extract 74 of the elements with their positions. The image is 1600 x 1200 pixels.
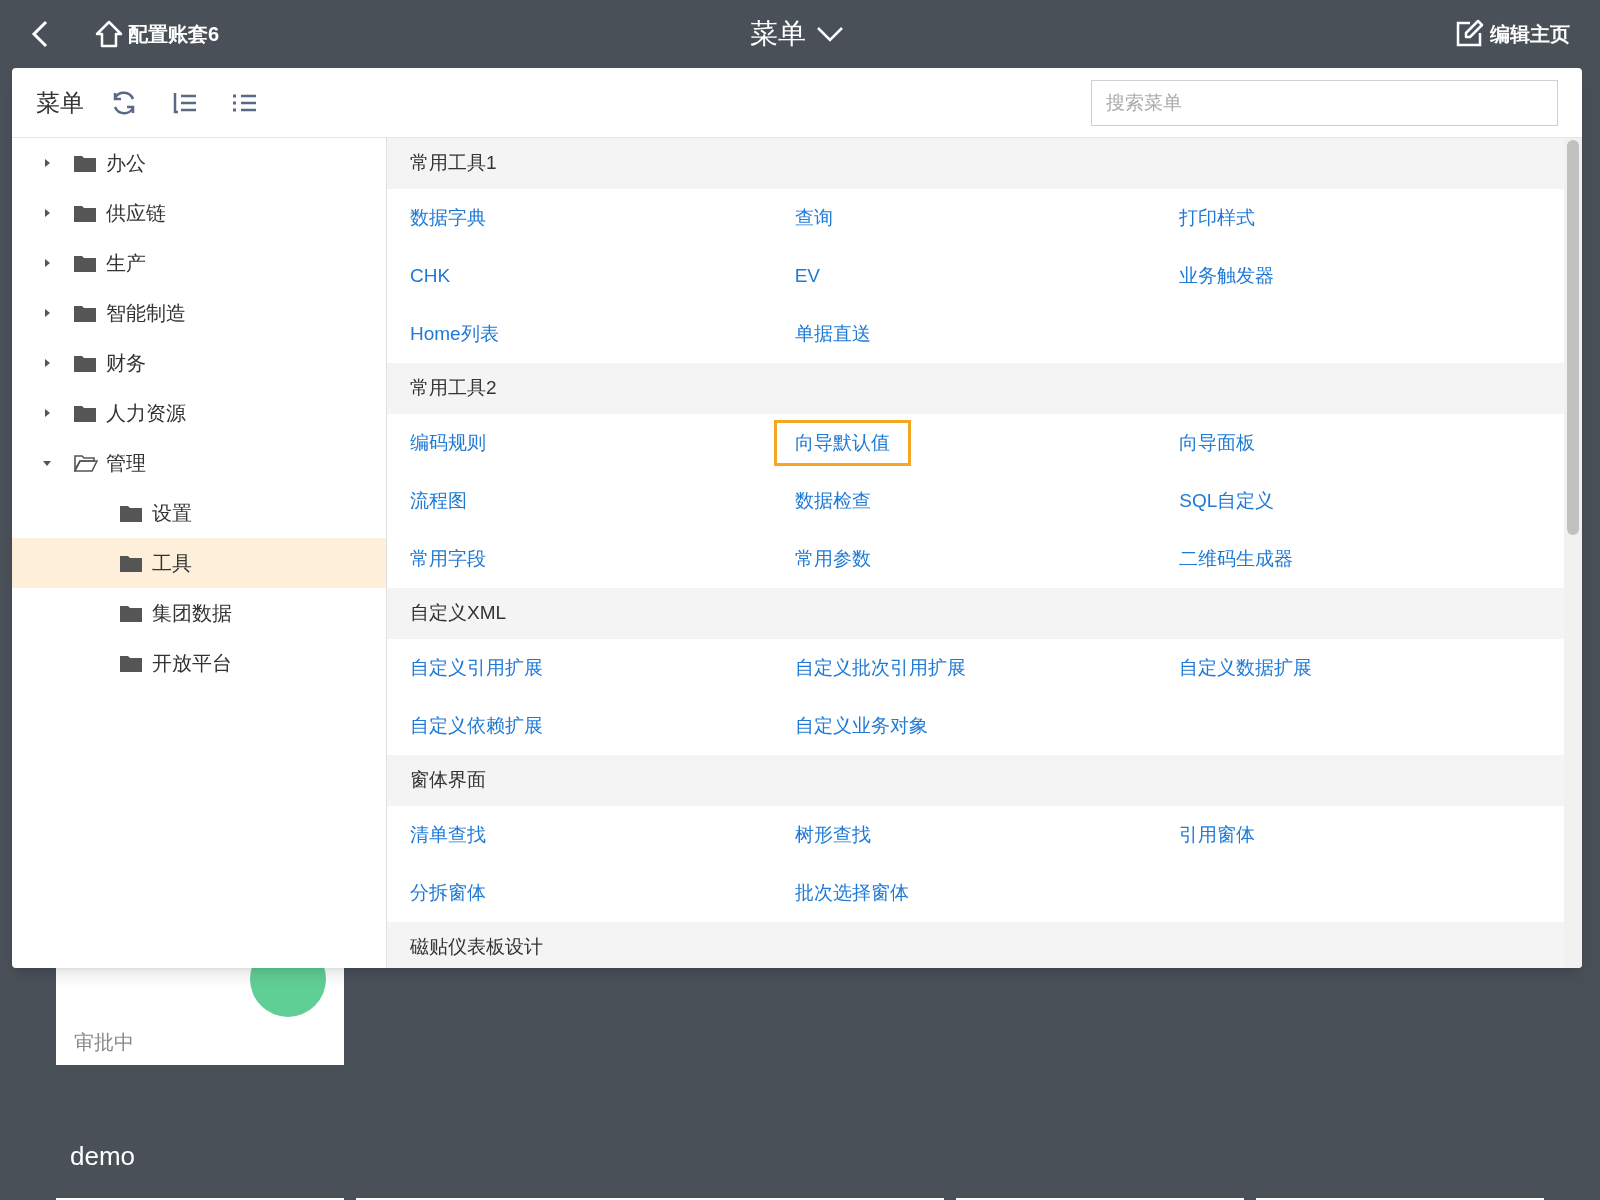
menu-link[interactable]: 批次选择窗体: [773, 869, 930, 917]
menu-link[interactable]: 树形查找: [773, 811, 892, 859]
caret-right-icon[interactable]: [42, 308, 52, 318]
menu-link[interactable]: 编码规则: [389, 419, 507, 467]
tree-item[interactable]: 财务: [12, 338, 386, 388]
menu-link[interactable]: Home列表: [389, 310, 520, 358]
section-header: 常用工具1: [387, 138, 1564, 189]
home-icon[interactable]: [94, 19, 124, 49]
menu-link[interactable]: 打印样式: [1158, 194, 1277, 242]
menu-link[interactable]: 自定义依赖扩展: [389, 702, 564, 750]
section-header: 窗体界面: [387, 755, 1564, 806]
folder-icon: [74, 304, 96, 322]
menu-link[interactable]: 查询: [773, 194, 854, 242]
menu-link[interactable]: 数据字典: [389, 194, 507, 242]
folder-icon: [74, 404, 96, 422]
menu-link[interactable]: 单据直送: [773, 310, 892, 358]
menu-link[interactable]: 自定义数据扩展: [1158, 644, 1334, 692]
menu-link[interactable]: 向导默认值: [773, 419, 911, 467]
caret-right-icon[interactable]: [42, 408, 52, 418]
menu-link[interactable]: 自定义业务对象: [773, 702, 949, 750]
tree-item[interactable]: 管理: [12, 438, 386, 488]
menu-link[interactable]: 二维码生成器: [1158, 535, 1315, 583]
menu-link[interactable]: 向导面板: [1158, 419, 1277, 467]
chevron-down-icon[interactable]: [816, 25, 844, 43]
tree-list-icon[interactable]: [172, 90, 198, 115]
menu-link[interactable]: 流程图: [389, 477, 488, 525]
tree-item[interactable]: 供应链: [12, 188, 386, 238]
menu-link[interactable]: 数据检查: [773, 477, 892, 525]
edit-home-link[interactable]: 编辑主页: [1490, 19, 1570, 49]
menu-link[interactable]: CHK: [389, 252, 472, 300]
tree-item[interactable]: 人力资源: [12, 388, 386, 438]
section-header: 磁贴仪表板设计: [387, 922, 1564, 968]
search-field[interactable]: 搜索菜单: [1091, 79, 1558, 126]
group-title: demo: [70, 1140, 136, 1173]
menu-link[interactable]: 引用窗体: [1158, 811, 1277, 859]
caret-right-icon[interactable]: [42, 208, 52, 218]
caret-down-icon[interactable]: [42, 458, 52, 468]
folder-icon: [74, 154, 96, 172]
menu-link[interactable]: 自定义批次引用扩展: [773, 644, 987, 692]
menu-link[interactable]: EV: [773, 252, 841, 300]
folder-icon: [120, 654, 142, 672]
menu-link[interactable]: SQL自定义: [1158, 477, 1296, 525]
scrollbar[interactable]: [1564, 138, 1582, 968]
open-folder-icon: [74, 454, 98, 472]
menu-link[interactable]: 清单查找: [389, 811, 507, 859]
folder-icon: [120, 504, 142, 522]
folder-icon: [74, 354, 96, 372]
tree-item[interactable]: 智能制造: [12, 288, 386, 338]
caret-right-icon[interactable]: [42, 258, 52, 268]
menu-link[interactable]: 自定义引用扩展: [389, 644, 564, 692]
section-header: 自定义XML: [387, 588, 1564, 639]
menu-link[interactable]: 常用字段: [389, 535, 507, 583]
toolbar-title: 菜单: [36, 87, 84, 118]
edit-icon[interactable]: [1454, 19, 1484, 49]
tree-item[interactable]: 开放平台: [12, 638, 386, 688]
folder-icon: [120, 604, 142, 622]
folder-icon: [74, 254, 96, 272]
menu-link[interactable]: 业务触发器: [1158, 252, 1296, 300]
caret-right-icon[interactable]: [42, 358, 52, 368]
back-icon[interactable]: [30, 19, 50, 49]
caret-right-icon[interactable]: [42, 158, 52, 168]
folder-icon: [120, 554, 142, 572]
menu-link[interactable]: 常用参数: [773, 535, 892, 583]
tree-item[interactable]: 办公: [12, 138, 386, 188]
tree-item[interactable]: 集团数据: [12, 588, 386, 638]
card-label: 审批中: [74, 1030, 135, 1055]
account-name[interactable]: 配置账套6: [128, 19, 220, 49]
menu-link[interactable]: 分拆窗体: [389, 869, 507, 917]
section-header: 常用工具2: [387, 363, 1564, 414]
tree-item[interactable]: 工具: [12, 538, 386, 588]
page-title[interactable]: 菜单: [750, 13, 806, 55]
tree-item[interactable]: 设置: [12, 488, 386, 538]
tree-item[interactable]: 生产: [12, 238, 386, 288]
folder-icon: [74, 204, 96, 222]
